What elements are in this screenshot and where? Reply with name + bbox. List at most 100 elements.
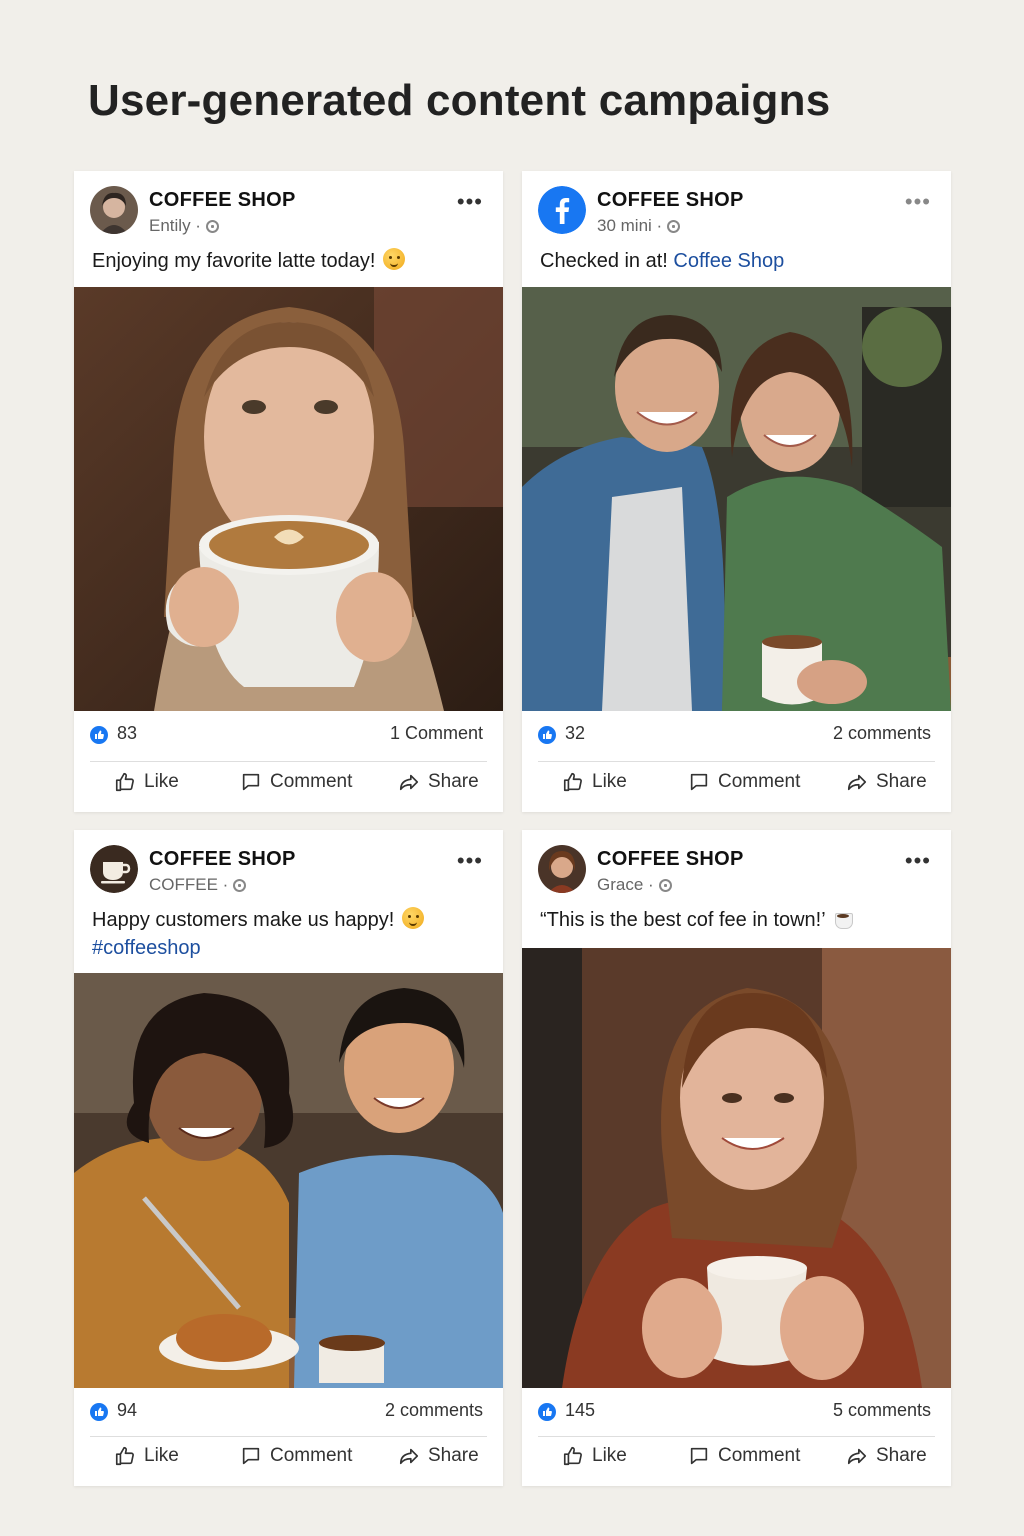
like-count[interactable]: 32	[565, 723, 585, 744]
more-options-button[interactable]: •••	[905, 848, 931, 874]
divider	[90, 1436, 487, 1437]
post-meta: 30 mini ·	[597, 216, 681, 236]
avatar[interactable]	[538, 845, 586, 893]
check-in-link[interactable]: Coffee Shop	[673, 250, 784, 272]
post-stats: 94 2 comments	[90, 1400, 487, 1430]
post-meta: Grace ·	[597, 875, 672, 895]
globe-icon	[658, 878, 672, 892]
page-name[interactable]: COFFEE SHOP	[597, 848, 744, 871]
share-icon	[847, 774, 867, 791]
more-options-button[interactable]: •••	[905, 189, 931, 215]
more-options-button[interactable]: •••	[457, 189, 483, 215]
like-label: Like	[592, 1445, 627, 1466]
share-button[interactable]: Share	[846, 1445, 927, 1467]
like-badge-icon	[538, 1403, 556, 1421]
post-meta-text: 30 mini ·	[597, 216, 663, 235]
post-card: COFFEE SHOP COFFEE · ••• Happy customers…	[74, 830, 503, 1486]
like-badge-icon	[90, 1403, 108, 1421]
page-title: User-generated content campaigns	[88, 76, 831, 125]
comment-count[interactable]: 2 comments	[385, 1400, 483, 1421]
comment-count[interactable]: 2 comments	[833, 723, 931, 744]
hashtag-link[interactable]: #coffeeshop	[92, 937, 201, 959]
share-button[interactable]: Share	[846, 771, 927, 793]
post-photo[interactable]	[522, 287, 951, 711]
post-stats: 83 1 Comment	[90, 723, 487, 753]
post-card: COFFEE SHOP Entily · ••• Enjoying my fav…	[74, 171, 503, 812]
like-badge-icon	[538, 726, 556, 744]
comment-label: Comment	[718, 1445, 801, 1466]
post-meta-text: COFFEE ·	[149, 875, 229, 894]
thumbs-up-icon	[563, 772, 582, 792]
post-photo[interactable]	[74, 973, 503, 1388]
post-card: COFFEE SHOP 30 mini · ••• Checked in at!…	[522, 171, 951, 812]
post-meta-text: Entily ·	[149, 216, 201, 235]
comment-count[interactable]: 1 Comment	[390, 723, 483, 744]
share-icon	[847, 1448, 867, 1465]
caption-text: “This is the best cof fee in town!’	[540, 909, 826, 931]
share-button[interactable]: Share	[398, 771, 479, 793]
share-label: Share	[876, 771, 927, 792]
post-meta: COFFEE ·	[149, 875, 247, 895]
post-actions: Like Comment Share	[522, 766, 951, 806]
like-count[interactable]: 83	[117, 723, 137, 744]
share-label: Share	[876, 1445, 927, 1466]
page-name[interactable]: COFFEE SHOP	[149, 848, 296, 871]
like-badge-icon	[90, 726, 108, 744]
coffee-cup-emoji-icon	[834, 909, 856, 929]
post-photo[interactable]	[74, 287, 503, 711]
post-actions: Like Comment Share	[74, 766, 503, 806]
page-name[interactable]: COFFEE SHOP	[597, 189, 744, 212]
post-header: COFFEE SHOP COFFEE · •••	[74, 830, 503, 900]
share-label: Share	[428, 1445, 479, 1466]
share-icon	[399, 1448, 419, 1465]
caption-text: Enjoying my favorite latte today!	[92, 250, 376, 272]
share-button[interactable]: Share	[398, 1445, 479, 1467]
facebook-logo-icon[interactable]	[538, 186, 586, 234]
comment-label: Comment	[270, 771, 353, 792]
smiling-emoji-icon	[383, 248, 406, 270]
like-button[interactable]: Like	[562, 1445, 627, 1467]
more-options-button[interactable]: •••	[457, 848, 483, 874]
post-caption: Happy customers make us happy! #coffeesh…	[92, 906, 482, 962]
like-label: Like	[144, 1445, 179, 1466]
post-meta-text: Grace ·	[597, 875, 654, 894]
post-header: COFFEE SHOP 30 mini · •••	[522, 171, 951, 241]
thumbs-up-icon	[115, 772, 134, 792]
post-actions: Like Comment Share	[522, 1440, 951, 1480]
post-photo[interactable]	[522, 948, 951, 1388]
comment-icon	[242, 773, 260, 791]
comment-icon	[690, 1447, 708, 1465]
caption-text: Checked in at!	[540, 250, 668, 272]
avatar[interactable]	[90, 186, 138, 234]
like-count[interactable]: 145	[565, 1400, 595, 1421]
divider	[90, 761, 487, 762]
post-header: COFFEE SHOP Grace · •••	[522, 830, 951, 900]
comment-button[interactable]: Comment	[240, 771, 352, 793]
divider	[538, 1436, 935, 1437]
like-button[interactable]: Like	[562, 771, 627, 793]
comment-button[interactable]: Comment	[688, 1445, 800, 1467]
comment-label: Comment	[270, 1445, 353, 1466]
page-name[interactable]: COFFEE SHOP	[149, 189, 296, 212]
like-button[interactable]: Like	[114, 771, 179, 793]
comment-count[interactable]: 5 comments	[833, 1400, 931, 1421]
coffee-cup-logo-icon[interactable]	[90, 845, 138, 893]
caption-text: Happy customers make us happy!	[92, 909, 395, 931]
comment-label: Comment	[718, 771, 801, 792]
post-meta: Entily ·	[149, 216, 219, 236]
smiling-emoji-icon	[402, 907, 425, 929]
post-card: COFFEE SHOP Grace · ••• “This is the bes…	[522, 830, 951, 1486]
comment-button[interactable]: Comment	[688, 771, 800, 793]
divider	[538, 761, 935, 762]
share-icon	[399, 774, 419, 791]
like-button[interactable]: Like	[114, 1445, 179, 1467]
like-count[interactable]: 94	[117, 1400, 137, 1421]
globe-icon	[233, 878, 247, 892]
like-label: Like	[592, 771, 627, 792]
comment-button[interactable]: Comment	[240, 1445, 352, 1467]
post-actions: Like Comment Share	[74, 1440, 503, 1480]
thumbs-up-icon	[115, 1446, 134, 1466]
globe-icon	[667, 219, 681, 233]
globe-icon	[205, 219, 219, 233]
post-stats: 32 2 comments	[538, 723, 935, 753]
